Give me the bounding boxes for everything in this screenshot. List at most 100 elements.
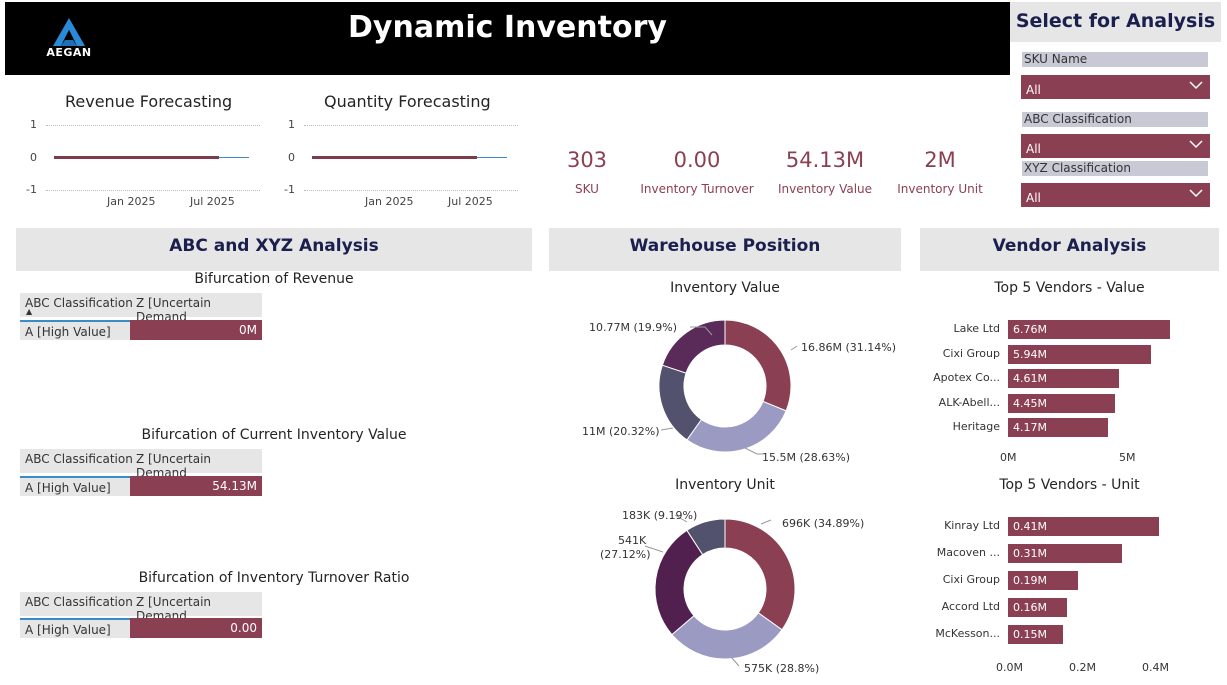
chevron-down-icon bbox=[1189, 189, 1203, 198]
matrix-col-header[interactable]: ABC Classification bbox=[25, 296, 133, 310]
vendor-value-chart-title: Top 5 Vendors - Value bbox=[994, 280, 1145, 296]
matrix-title: Bifurcation of Current Inventory Value bbox=[141, 427, 407, 443]
table-row: A [High Value] 0.00 bbox=[20, 618, 262, 638]
kpi-sku-label: SKU bbox=[575, 182, 599, 196]
kpi-turnover-value: 0.00 bbox=[673, 148, 721, 172]
bar-category-label: Lake Ltd bbox=[953, 322, 1000, 335]
xyz-slicer-value: All bbox=[1026, 191, 1041, 205]
leader-line bbox=[790, 345, 798, 351]
bar[interactable]: 4.17M bbox=[1008, 418, 1108, 437]
inventory-unit-donut-title: Inventory Unit bbox=[675, 477, 775, 493]
kpi-sku-value: 303 bbox=[566, 148, 608, 172]
bar-category-label: Apotex Co... bbox=[933, 371, 1000, 384]
abc-xyz-section-header: ABC and XYZ Analysis bbox=[16, 228, 532, 271]
logo-text: AEGAN bbox=[46, 46, 92, 59]
y-tick-label: 1 bbox=[288, 118, 295, 131]
abc-slicer-dropdown[interactable]: All bbox=[1021, 134, 1210, 158]
donut-slice[interactable] bbox=[658, 364, 703, 441]
leader-line bbox=[731, 657, 740, 667]
bar[interactable]: 0.41M bbox=[1008, 517, 1159, 536]
header-banner: AEGAN Dynamic Inventory bbox=[5, 2, 1010, 75]
table-row: A [High Value] 0M bbox=[20, 320, 262, 340]
abc-slicer-value: All bbox=[1026, 142, 1041, 156]
xyz-slicer-dropdown[interactable]: All bbox=[1021, 183, 1210, 207]
bar[interactable]: 0.15M bbox=[1008, 625, 1063, 644]
filter-panel: Select for Analysis SKU Name All ABC Cla… bbox=[1010, 2, 1221, 212]
bar[interactable]: 5.94M bbox=[1008, 344, 1151, 364]
y-tick-label: -1 bbox=[26, 183, 37, 196]
y-tick-label: -1 bbox=[284, 183, 295, 196]
donut-label: 183K (9.19%) bbox=[622, 509, 698, 522]
row-value: 0M bbox=[130, 320, 262, 340]
donut-label: 11M (20.32%) bbox=[582, 425, 660, 438]
x-tick-label: 0.0M bbox=[996, 661, 1023, 674]
donut-label: 696K (34.89%) bbox=[782, 517, 865, 530]
leader-line bbox=[760, 519, 772, 525]
x-tick-label: 0.4M bbox=[1142, 661, 1169, 674]
kpi-unit-value: 2M bbox=[924, 148, 956, 172]
chevron-down-icon bbox=[1189, 81, 1203, 90]
gridline bbox=[46, 190, 260, 191]
matrix-col-header[interactable]: ABC Classification bbox=[25, 452, 133, 466]
sort-asc-icon[interactable]: ▲ bbox=[26, 307, 32, 316]
vendor-unit-chart-title: Top 5 Vendors - Unit bbox=[999, 477, 1140, 493]
donut-label: 15.5M (28.63%) bbox=[762, 451, 851, 464]
bar-category-label: ALK-Abell... bbox=[938, 395, 1000, 409]
bar[interactable]: 0.19M bbox=[1008, 571, 1078, 590]
sku-slicer-value: All bbox=[1026, 83, 1041, 97]
donut-label: 541K bbox=[618, 534, 647, 547]
sku-slicer-label: SKU Name bbox=[1022, 52, 1208, 67]
page-title: Dynamic Inventory bbox=[348, 10, 667, 45]
donut-label: 575K (28.8%) bbox=[744, 662, 820, 675]
matrix-col-header[interactable]: ABC Classification bbox=[25, 595, 133, 609]
bar-category-label: Cixi Group bbox=[942, 573, 1000, 586]
bar-category-label: Heritage bbox=[952, 420, 1000, 433]
row-value: 54.13M bbox=[130, 476, 262, 496]
bar[interactable]: 0.16M bbox=[1008, 598, 1067, 617]
donut-slices bbox=[654, 518, 796, 660]
bar-category-label: McKesson... bbox=[935, 627, 1000, 640]
matrix-header: ABC Classification Z [Uncertain Demand bbox=[20, 449, 262, 480]
filter-panel-title: Select for Analysis bbox=[1010, 2, 1221, 42]
table-row: A [High Value] 54.13M bbox=[20, 476, 262, 496]
x-tick-label: 5M bbox=[1119, 451, 1136, 464]
sku-slicer-dropdown[interactable]: All bbox=[1021, 75, 1210, 99]
leader-line bbox=[660, 427, 674, 431]
bar[interactable]: 6.76M bbox=[1008, 320, 1170, 339]
vendor-section-header: Vendor Analysis bbox=[920, 228, 1219, 271]
kpi-value-value: 54.13M bbox=[785, 148, 865, 172]
bar[interactable]: 4.45M bbox=[1008, 393, 1115, 413]
donut-slice[interactable] bbox=[686, 400, 787, 453]
x-tick-label: Jan 2025 bbox=[107, 195, 156, 208]
bar-category-label: Cixi Group bbox=[942, 346, 1000, 360]
kpi-unit-label: Inventory Unit bbox=[897, 182, 983, 196]
bar[interactable]: 0.31M bbox=[1008, 544, 1122, 563]
matrix-header: ABC Classification Z [Uncertain Demand bbox=[20, 592, 262, 623]
abc-slicer-label: ABC Classification bbox=[1022, 112, 1208, 127]
bar[interactable]: 4.61M bbox=[1008, 369, 1119, 388]
donut-label: (27.12%) bbox=[600, 548, 651, 561]
matrix-header: ABC Classification ▲ Z [Uncertain Demand bbox=[20, 293, 262, 324]
revenue-actual-line bbox=[54, 156, 219, 159]
revenue-forecast-title: Revenue Forecasting bbox=[65, 92, 233, 111]
quantity-actual-line bbox=[312, 156, 477, 159]
row-value: 0.00 bbox=[130, 618, 262, 638]
y-tick-label: 0 bbox=[288, 151, 295, 164]
x-tick-label: 0.2M bbox=[1069, 661, 1096, 674]
x-tick-label: Jan 2025 bbox=[365, 195, 414, 208]
chevron-down-icon bbox=[1189, 140, 1203, 149]
y-tick-label: 0 bbox=[30, 151, 37, 164]
gridline bbox=[304, 125, 518, 126]
xyz-slicer-label: XYZ Classification bbox=[1022, 161, 1208, 176]
kpi-turnover-label: Inventory Turnover bbox=[640, 182, 754, 196]
row-label: A [High Value] bbox=[20, 618, 130, 638]
quantity-forecast-line bbox=[477, 157, 507, 158]
row-label: A [High Value] bbox=[20, 320, 130, 340]
gridline bbox=[46, 125, 260, 126]
donut-slice[interactable] bbox=[724, 518, 796, 631]
x-tick-label: Jul 2025 bbox=[448, 195, 493, 208]
donut-label: 10.77M (19.9%) bbox=[589, 321, 678, 334]
donut-slice[interactable] bbox=[724, 319, 792, 412]
leader-line bbox=[744, 447, 763, 455]
revenue-forecast-line bbox=[219, 157, 249, 158]
